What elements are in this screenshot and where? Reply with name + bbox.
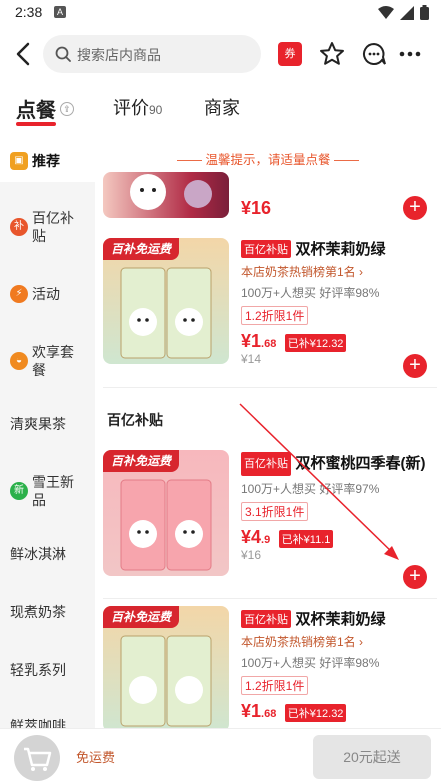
product-info: 百亿补贴 双杯茉莉奶绿 本店奶茶热销榜第1名 › 100万+人想买 好评率98%… — [241, 608, 437, 722]
status-time: 2:38 — [15, 4, 43, 20]
min-order-button[interactable]: 20元起送 — [313, 735, 431, 779]
active-tab-indicator — [16, 122, 56, 126]
cart-icon — [24, 747, 52, 771]
sidebar-item-combo[interactable]: ◒ 欢享套餐 — [0, 326, 95, 396]
sidebar-item-coffee[interactable]: 鲜萃咖啡 — [0, 708, 95, 730]
status-bar: 2:38 A — [0, 0, 441, 26]
product-price: ¥4.9 — [241, 527, 271, 547]
sidebar-item-subsidy[interactable]: 补 百亿补贴 — [0, 192, 95, 262]
product-name[interactable]: 双杯蜜桃四季春(新) — [295, 455, 425, 472]
tab-order[interactable]: 点餐 — [16, 94, 56, 123]
reviews-count: 90 — [149, 103, 163, 117]
product-price: ¥1.68 — [241, 331, 277, 351]
product-meta: 100万+人想买 好评率97% — [241, 482, 380, 496]
section-title: 百亿补贴 — [107, 412, 163, 428]
rank-link[interactable]: 本店奶茶热销榜第1名 › — [241, 633, 437, 650]
add-to-cart-button[interactable]: + — [403, 196, 427, 220]
wifi-icon — [378, 5, 394, 19]
sidebar-item-light-milk[interactable]: 轻乳系列 — [0, 652, 95, 688]
add-to-cart-button[interactable]: + — [403, 565, 427, 589]
rank-link[interactable]: 本店奶茶热销榜第1名 › — [241, 263, 437, 280]
category-sidebar: ▣ 推荐 补 百亿补贴 ⚡ 活动 ◒ 欢享套餐 清爽果茶 新 雪王新品 鲜冰淇淋… — [0, 140, 95, 730]
tab-reviews[interactable]: 评价90 — [113, 94, 162, 120]
product-image[interactable]: 百补免运费 — [103, 450, 229, 576]
chat-icon[interactable] — [360, 40, 388, 68]
product-image[interactable] — [103, 172, 229, 218]
sidebar-item-label: 清爽果茶 — [10, 416, 66, 432]
subsidy-amount: 已补¥12.32 — [284, 703, 347, 722]
cart-button[interactable] — [14, 735, 60, 781]
sidebar-item-label: 鲜冰淇淋 — [10, 546, 66, 562]
subsidy-amount: 已补¥12.32 — [284, 333, 347, 352]
back-arrow-icon[interactable] — [12, 40, 36, 68]
sidebar-item-label: 现煮奶茶 — [10, 604, 66, 620]
product-image[interactable]: 百补免运费 — [103, 606, 229, 730]
snowman-illustration — [130, 174, 212, 210]
sidebar-item-activity[interactable]: ⚡ 活动 — [0, 276, 95, 312]
sidebar-item-label: 欢享套餐 — [32, 344, 74, 378]
battery-icon — [420, 5, 429, 20]
header: 搜索店内商品 券 — [0, 30, 441, 80]
more-icon[interactable] — [396, 40, 424, 68]
discount-badge: 3.1折限1件 — [241, 502, 309, 521]
sidebar-item-label: 轻乳系列 — [10, 662, 66, 678]
status-badge: A — [54, 6, 66, 18]
bowl-icon: ◒ — [10, 352, 28, 370]
promo-banner: 百补免运费 — [103, 606, 180, 628]
product-name[interactable]: 双杯茉莉奶绿 — [295, 611, 385, 628]
signal-icon — [400, 5, 414, 20]
sidebar-item-recommend[interactable]: ▣ 推荐 — [0, 140, 95, 182]
product-price: ¥16 — [241, 198, 272, 218]
tab-merchant[interactable]: 商家 — [204, 94, 240, 120]
divider — [103, 387, 437, 388]
free-shipping-label: 免运费 — [76, 750, 116, 765]
subsidy-tag: 百亿补贴 — [241, 452, 291, 476]
sidebar-item-label: 雪王新品 — [32, 474, 74, 508]
product-meta: 100万+人想买 好评率98% — [241, 286, 380, 300]
tab-bar: 点餐 ⇪ 评价90 商家 — [0, 88, 441, 132]
product-name[interactable]: 双杯茉莉奶绿 — [295, 241, 385, 258]
sidebar-item-label: 活动 — [32, 286, 60, 302]
sidebar-item-milk-tea[interactable]: 现煮奶茶 — [0, 594, 95, 630]
divider — [103, 598, 437, 599]
subsidy-icon: 补 — [10, 218, 28, 236]
lightning-icon: ⚡ — [10, 285, 28, 303]
original-price: ¥16 — [241, 548, 262, 562]
subsidy-tag: 百亿补贴 — [241, 239, 291, 258]
sidebar-item-ice-cream[interactable]: 鲜冰淇淋 — [0, 536, 95, 572]
status-icons — [378, 5, 429, 20]
search-placeholder: 搜索店内商品 — [77, 47, 161, 63]
new-icon: 新 — [10, 482, 28, 500]
sidebar-item-label: 百亿补贴 — [32, 210, 74, 244]
coupon-icon[interactable]: 券 — [278, 42, 302, 66]
subsidy-amount: 已补¥11.1 — [278, 529, 334, 548]
product-list: —— 温馨提示，请适量点餐 —— ¥16 + 百补免运费 百亿补贴 双杯茉莉奶绿… — [95, 140, 441, 730]
product-image[interactable]: 百补免运费 — [103, 238, 229, 364]
recommend-icon: ▣ — [10, 152, 28, 170]
search-icon — [55, 46, 71, 62]
subsidy-tag: 百亿补贴 — [241, 609, 291, 628]
product-info: 百亿补贴 双杯蜜桃四季春(新) 100万+人想买 好评率97% 3.1折限1件 … — [241, 452, 437, 562]
promo-banner: 百补免运费 — [103, 450, 180, 472]
sidebar-item-label: 推荐 — [32, 153, 60, 169]
sidebar-item-fruit-tea[interactable]: 清爽果茶 — [0, 406, 95, 442]
search-bar[interactable]: 搜索店内商品 — [43, 35, 261, 73]
promo-banner: 百补免运费 — [103, 238, 180, 260]
tip-text: —— 温馨提示，请适量点餐 —— — [177, 153, 359, 167]
product-meta: 100万+人想买 好评率98% — [241, 656, 380, 670]
add-to-cart-button[interactable]: + — [403, 354, 427, 378]
discount-badge: 1.2折限1件 — [241, 676, 309, 695]
star-icon[interactable] — [318, 40, 346, 68]
sidebar-item-new[interactable]: 新 雪王新品 — [0, 456, 95, 526]
collapse-icon[interactable]: ⇪ — [60, 102, 74, 116]
bottom-bar: 免运费 20元起送 — [0, 728, 441, 784]
discount-badge: 1.2折限1件 — [241, 306, 309, 325]
product-info: 百亿补贴 双杯茉莉奶绿 本店奶茶热销榜第1名 › 100万+人想买 好评率98%… — [241, 238, 437, 366]
product-price: ¥1.68 — [241, 701, 277, 721]
